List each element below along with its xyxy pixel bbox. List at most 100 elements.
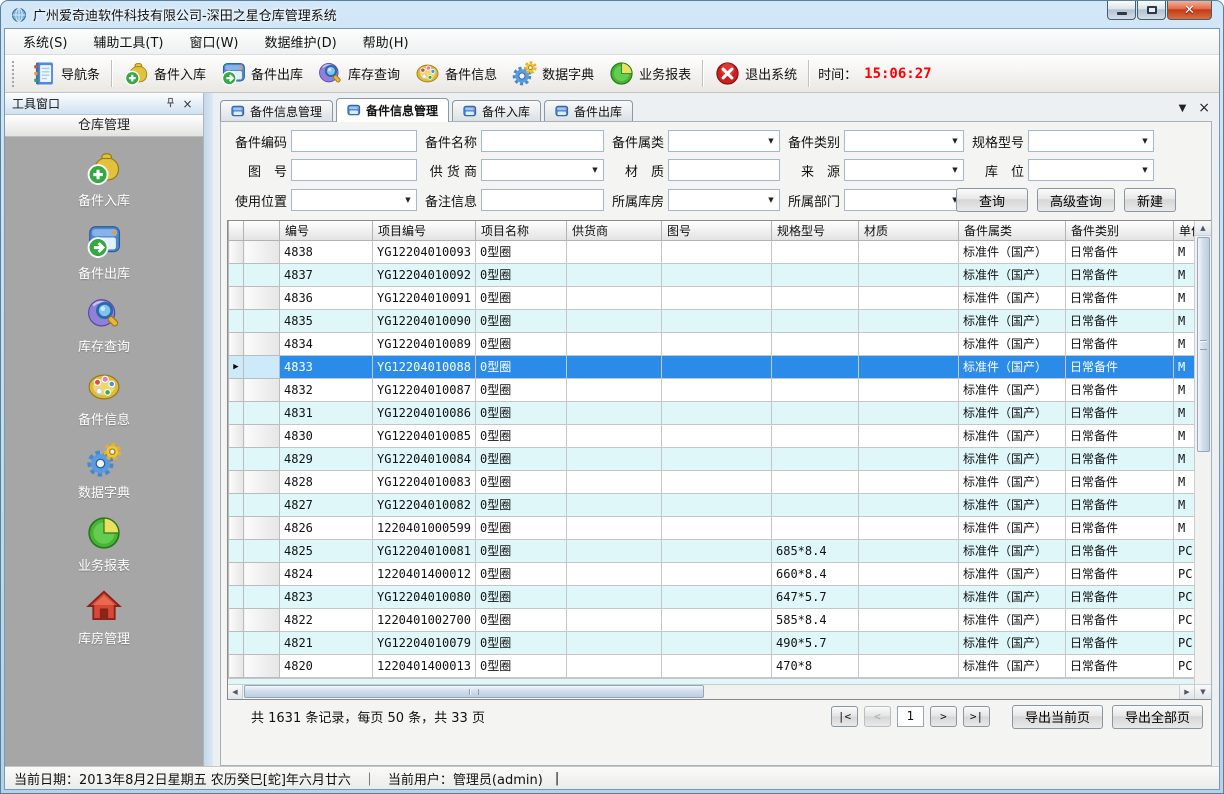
table-cell[interactable]: M [1174,424,1195,447]
query-button[interactable]: 查询 [956,188,1028,212]
table-cell[interactable] [772,263,859,286]
table-cell[interactable] [859,470,959,493]
table-cell[interactable]: 4830 [280,424,373,447]
row-indicator[interactable] [229,562,244,585]
table-cell[interactable]: M [1174,286,1195,309]
table-cell[interactable] [772,286,859,309]
column-header[interactable]: 规格型号 [772,221,859,240]
next-page-button[interactable]: > [930,706,957,727]
table-cell[interactable]: 0型圈 [476,401,567,424]
row-header[interactable] [244,631,280,654]
table-cell[interactable]: 日常备件 [1066,654,1174,677]
row-indicator[interactable] [229,654,244,677]
table-cell[interactable] [859,355,959,378]
row-header[interactable] [244,355,280,378]
table-cell[interactable] [662,562,772,585]
tab-close-icon[interactable]: × [1198,101,1210,115]
menu-item[interactable]: 系统(S) [13,29,77,54]
table-cell[interactable]: 标准件（国产） [959,240,1066,263]
table-cell[interactable] [772,401,859,424]
table-cell[interactable]: 0型圈 [476,286,567,309]
row-header[interactable] [244,309,280,332]
row-header[interactable] [244,585,280,608]
tab[interactable]: 备件入库 [452,100,541,121]
table-cell[interactable]: 4829 [280,447,373,470]
table-cell[interactable] [859,240,959,263]
table-cell[interactable] [772,309,859,332]
table-cell[interactable]: M [1174,378,1195,401]
table-cell[interactable] [662,332,772,355]
table-cell[interactable]: 4836 [280,286,373,309]
toolbar-button[interactable]: 备件出库 [213,58,310,89]
table-cell[interactable]: 4835 [280,309,373,332]
table-cell[interactable] [567,378,662,401]
row-indicator[interactable] [229,447,244,470]
table-cell[interactable] [859,309,959,332]
table-cell[interactable]: M [1174,309,1195,332]
table-cell[interactable]: 585*8.4 [772,608,859,631]
table-cell[interactable]: 标准件（国产） [959,332,1066,355]
table-cell[interactable]: YG12204010082 [373,493,476,516]
dropdown-select[interactable]: ▼ [668,130,780,152]
table-cell[interactable]: 1220401000599 [373,516,476,539]
table-cell[interactable] [567,516,662,539]
table-row[interactable]: 4834YG122040100890型圈标准件（国产）日常备件M [229,332,1195,355]
sidebar-item[interactable]: 备件出库 [78,222,130,282]
dropdown-select[interactable]: ▼ [1028,159,1154,181]
vertical-scrollbar[interactable]: ▲ ▼ [1194,221,1211,699]
table-row[interactable]: 482212204010027000型圈585*8.4标准件（国产）日常备件PC [229,608,1195,631]
row-header[interactable] [244,447,280,470]
tab[interactable]: 备件信息管理 [336,98,449,122]
table-cell[interactable]: 4832 [280,378,373,401]
table-cell[interactable]: 1220401400012 [373,562,476,585]
table-cell[interactable]: 日常备件 [1066,263,1174,286]
sidebar-item[interactable]: 业务报表 [78,514,130,574]
table-cell[interactable] [567,470,662,493]
row-indicator[interactable] [229,240,244,263]
table-cell[interactable] [772,355,859,378]
table-cell[interactable] [859,263,959,286]
table-cell[interactable] [859,631,959,654]
row-indicator[interactable] [229,493,244,516]
table-cell[interactable]: 0型圈 [476,332,567,355]
table-row[interactable]: 4835YG122040100900型圈标准件（国产）日常备件M [229,309,1195,332]
table-cell[interactable] [859,378,959,401]
table-cell[interactable]: M [1174,447,1195,470]
column-header[interactable]: 项目编号 [373,221,476,240]
table-row[interactable]: 482412204014000120型圈660*8.4标准件（国产）日常备件PC [229,562,1195,585]
column-header[interactable]: 项目名称 [476,221,567,240]
table-cell[interactable]: 日常备件 [1066,240,1174,263]
text-input[interactable] [481,189,604,211]
table-cell[interactable] [567,332,662,355]
table-cell[interactable] [662,424,772,447]
table-cell[interactable]: 4834 [280,332,373,355]
table-cell[interactable]: 日常备件 [1066,355,1174,378]
sidebar-item[interactable]: 备件信息 [78,368,130,428]
table-cell[interactable]: 0型圈 [476,608,567,631]
table-cell[interactable]: 日常备件 [1066,286,1174,309]
table-cell[interactable]: YG12204010091 [373,286,476,309]
table-cell[interactable] [567,631,662,654]
row-header[interactable] [244,263,280,286]
row-indicator[interactable] [229,608,244,631]
menu-item[interactable]: 窗口(W) [180,29,249,54]
row-indicator[interactable]: ▶ [229,355,244,378]
table-cell[interactable]: YG12204010087 [373,378,476,401]
table-row[interactable]: 4838YG122040100930型圈标准件（国产）日常备件M [229,240,1195,263]
table-cell[interactable] [859,654,959,677]
scroll-left-icon[interactable]: ◀ [228,685,243,699]
sidebar-item[interactable]: 库房管理 [78,587,130,647]
table-cell[interactable]: 1220401002700 [373,608,476,631]
table-row[interactable]: 4830YG122040100850型圈标准件（国产）日常备件M [229,424,1195,447]
table-cell[interactable]: 日常备件 [1066,493,1174,516]
menu-item[interactable]: 辅助工具(T) [83,29,173,54]
tab-list-dropdown-icon[interactable]: ▼ [1179,103,1187,114]
text-input[interactable] [481,130,604,152]
table-row[interactable]: 4836YG122040100910型圈标准件（国产）日常备件M [229,286,1195,309]
toolbar-button[interactable]: 退出系统 [707,58,804,89]
text-input[interactable] [668,159,780,181]
table-cell[interactable]: 4824 [280,562,373,585]
table-cell[interactable]: 0型圈 [476,539,567,562]
table-cell[interactable]: 标准件（国产） [959,539,1066,562]
row-header[interactable] [244,378,280,401]
